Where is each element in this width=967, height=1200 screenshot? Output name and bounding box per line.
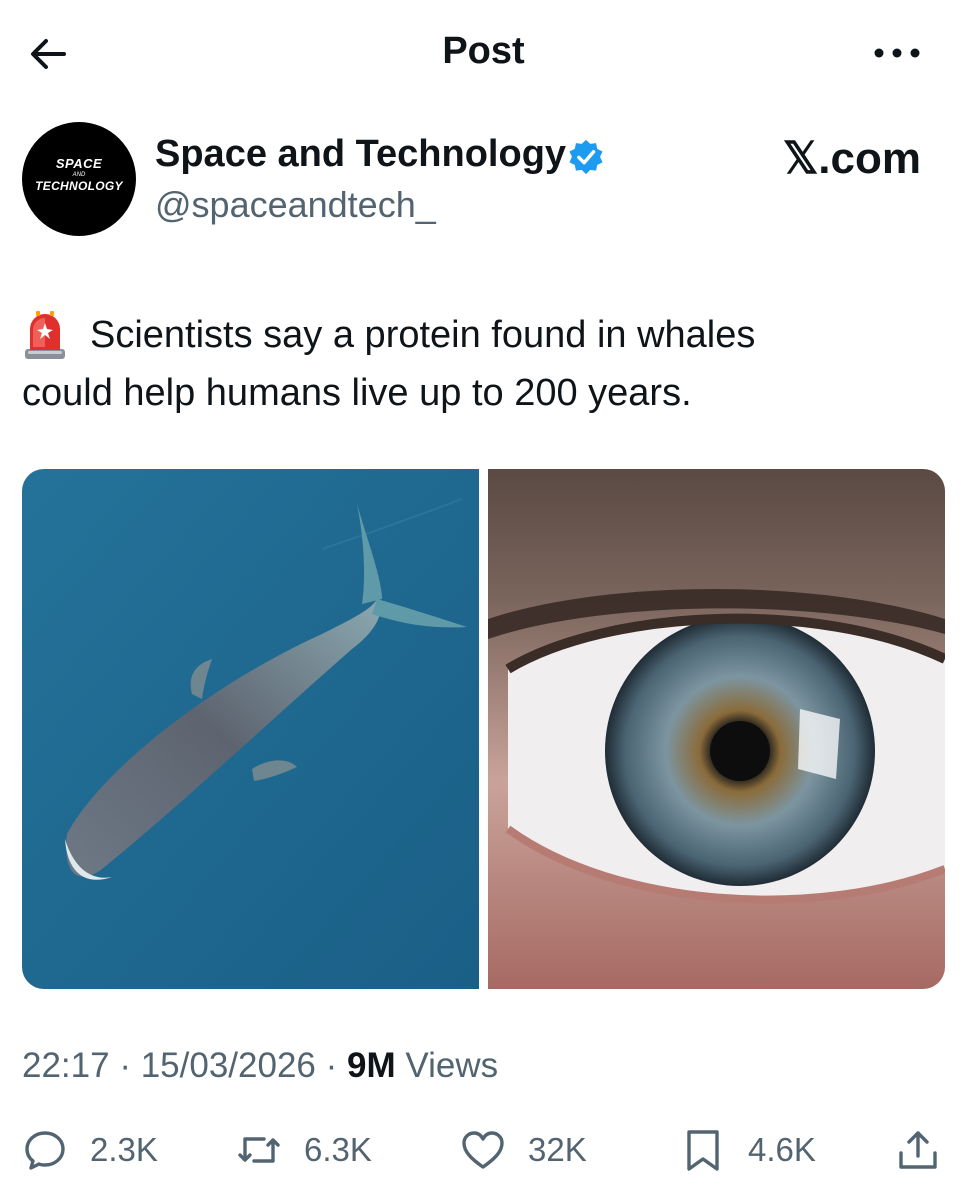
author-name[interactable]: Space and Technology xyxy=(155,133,566,176)
action-bar: 2.3K 6.3K 32K 4.6K xyxy=(22,1118,945,1182)
reply-count: 2.3K xyxy=(90,1131,158,1168)
tweet-line-1: Scientists say a protein found in whales xyxy=(90,314,756,356)
tweet-text: Scientists say a protein found in whales… xyxy=(22,306,922,422)
reply-icon xyxy=(25,1131,65,1170)
views-count: 9M xyxy=(347,1046,396,1085)
bookmark-icon xyxy=(687,1130,719,1171)
media-grid xyxy=(22,469,945,989)
post-meta: 22:17 · 15/03/2026 · 9M Views xyxy=(22,1046,498,1086)
avatar-text-technology: TECHNOLOGY xyxy=(35,179,123,193)
share-icon xyxy=(899,1131,937,1169)
like-button[interactable]: 32K xyxy=(460,1118,587,1182)
share-button[interactable] xyxy=(895,1118,941,1182)
bookmark-count: 4.6K xyxy=(748,1131,816,1168)
views-label: Views xyxy=(405,1046,499,1085)
x-watermark: 𝕏.com xyxy=(782,134,921,183)
avatar[interactable]: SPACE AND TECHNOLOGY xyxy=(22,122,136,236)
page-title: Post xyxy=(442,30,525,72)
verified-badge-icon[interactable] xyxy=(567,138,605,176)
repost-count: 6.3K xyxy=(304,1131,372,1168)
whale-aerial-photo[interactable] xyxy=(22,469,479,989)
post-date: 15/03/2026 xyxy=(140,1046,316,1085)
tweet-line-2: could help humans live up to 200 years. xyxy=(22,372,692,414)
author-handle[interactable]: @spaceandtech_ xyxy=(155,184,436,226)
avatar-text-space: SPACE xyxy=(55,156,103,171)
meta-separator: · xyxy=(325,1046,338,1085)
meta-separator: · xyxy=(119,1046,131,1085)
more-options-icon[interactable] xyxy=(867,33,927,73)
heart-icon xyxy=(462,1131,504,1169)
human-eye-closeup-photo[interactable] xyxy=(488,469,945,989)
avatar-text-and: AND xyxy=(72,172,86,178)
police-siren-icon xyxy=(25,311,65,359)
post-time: 22:17 xyxy=(22,1046,110,1085)
top-bar: Post xyxy=(0,0,967,110)
like-count: 32K xyxy=(528,1131,587,1168)
reply-button[interactable]: 2.3K xyxy=(22,1118,158,1182)
repost-icon xyxy=(238,1137,280,1163)
repost-button[interactable]: 6.3K xyxy=(236,1118,372,1182)
bookmark-button[interactable]: 4.6K xyxy=(680,1118,816,1182)
